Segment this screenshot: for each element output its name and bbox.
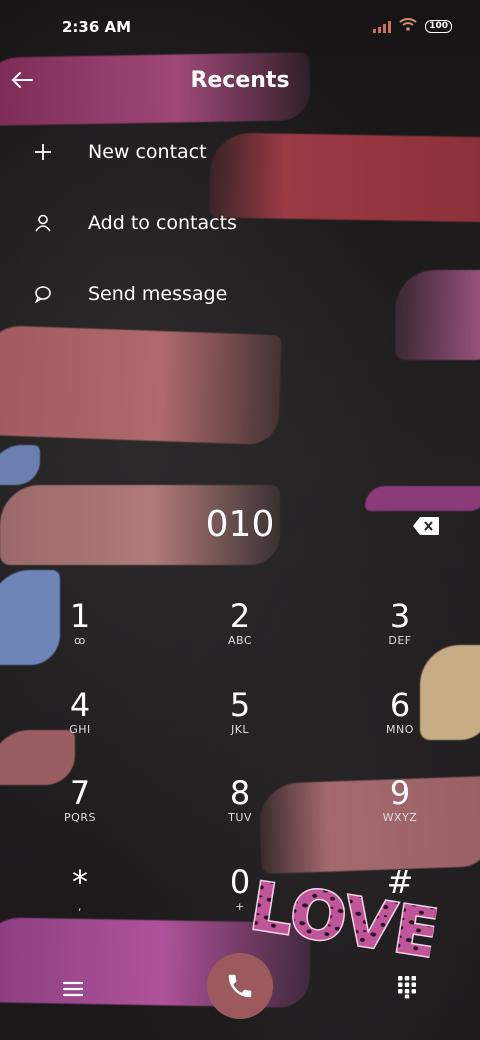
- option-label: Add to contacts: [88, 212, 237, 234]
- person-icon: [30, 210, 56, 236]
- key-letters: WXYZ: [382, 811, 418, 824]
- key-letters: ABC: [227, 634, 253, 647]
- key-digit: 8: [229, 774, 251, 812]
- key-digit: 1: [69, 597, 91, 635]
- key-1[interactable]: 1ꝏ: [20, 596, 140, 676]
- plus-icon: [30, 139, 56, 165]
- send-message-option[interactable]: Send message: [0, 264, 480, 324]
- dialpad-icon: [398, 976, 416, 999]
- option-label: New contact: [88, 141, 207, 163]
- key-letters: JKL: [230, 723, 250, 736]
- menu-button[interactable]: [58, 974, 88, 1004]
- phone-icon: [228, 974, 252, 998]
- key-letters: MNO: [386, 723, 414, 736]
- dialed-number-row: 010: [0, 500, 480, 560]
- status-bar: 2:36 AM 100: [0, 0, 480, 56]
- key-8[interactable]: 8 TUV: [180, 773, 300, 853]
- call-button[interactable]: [207, 953, 273, 1019]
- key-star[interactable]: *,: [20, 862, 140, 942]
- key-letters: GHI: [69, 723, 91, 736]
- backspace-button[interactable]: [412, 516, 440, 538]
- key-9[interactable]: 9 WXYZ: [340, 773, 460, 853]
- wifi-icon: [399, 18, 417, 34]
- new-contact-option[interactable]: New contact: [0, 122, 480, 182]
- backspace-icon: [413, 517, 439, 535]
- key-digit: 4: [69, 686, 91, 724]
- signal-icon: [373, 20, 392, 33]
- key-digit: 5: [229, 686, 251, 724]
- dialed-number[interactable]: 010: [0, 504, 480, 545]
- key-6[interactable]: 6 MNO: [340, 685, 460, 765]
- key-digit: 6: [389, 686, 411, 724]
- key-digit: *: [72, 863, 88, 901]
- key-digit: 3: [389, 597, 411, 635]
- voicemail-icon: ꝏ: [74, 634, 86, 647]
- key-letters: DEF: [388, 634, 412, 647]
- key-3[interactable]: 3 DEF: [340, 596, 460, 676]
- key-digit: 9: [389, 774, 411, 812]
- dialpad-toggle-button[interactable]: [392, 972, 422, 1002]
- key-7[interactable]: 7 PQRS: [20, 773, 140, 853]
- key-digit: 2: [229, 597, 251, 635]
- key-5[interactable]: 5 JKL: [180, 685, 300, 765]
- menu-icon: [62, 981, 84, 997]
- app-header: Recents: [0, 56, 480, 112]
- message-bubble-icon: [30, 281, 56, 307]
- status-icons: 100: [373, 18, 452, 34]
- key-4[interactable]: 4 GHI: [20, 685, 140, 765]
- key-letters: TUV: [228, 811, 252, 824]
- option-label: Send message: [88, 283, 228, 305]
- battery-icon: 100: [425, 19, 452, 33]
- key-letters: PQRS: [64, 811, 96, 824]
- bottom-bar: [0, 950, 480, 1030]
- key-digit: 7: [69, 774, 91, 812]
- status-time: 2:36 AM: [62, 18, 132, 36]
- key-2[interactable]: 2 ABC: [180, 596, 300, 676]
- key-letters: ,: [78, 900, 82, 913]
- add-to-contacts-option[interactable]: Add to contacts: [0, 193, 480, 253]
- page-title: Recents: [190, 68, 290, 93]
